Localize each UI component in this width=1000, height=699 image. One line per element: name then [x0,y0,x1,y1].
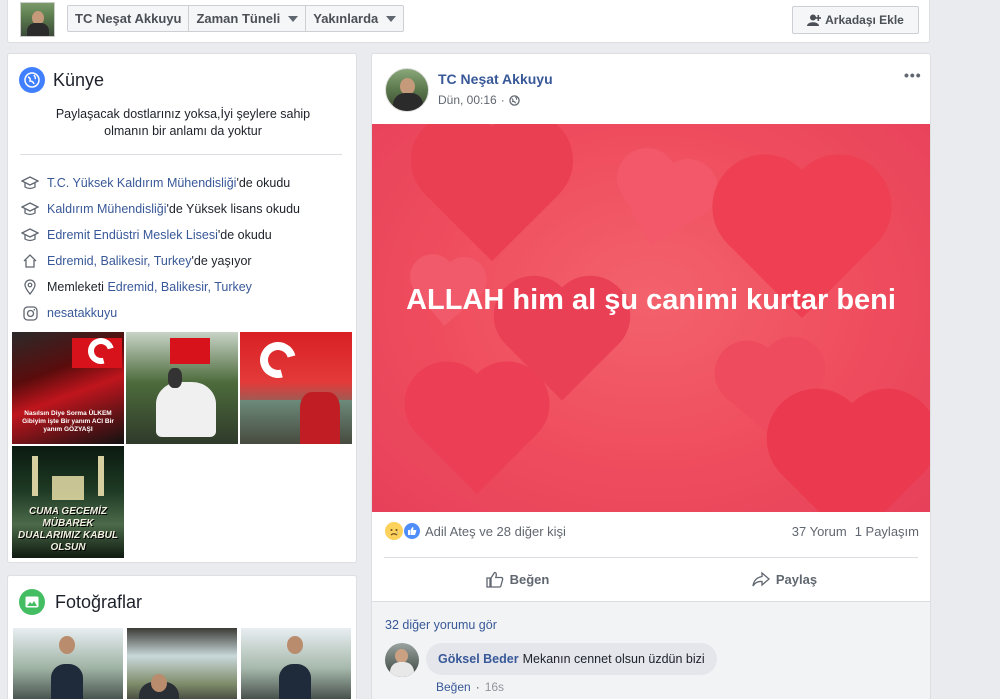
post-author-avatar[interactable] [385,68,429,112]
fact-link[interactable]: Edremid, Balikesir, Turkey [47,254,192,268]
fact-education-1: T.C. Yüksek Kaldırım Mühendisliği'de oku… [20,170,350,196]
nav-timeline[interactable]: Zaman Tüneli [189,6,307,31]
photos-header: Fotoğraflar [19,589,142,615]
more-dots-icon[interactable]: ••• [904,67,922,83]
fact-link[interactable]: Edremit Endüstri Meslek Lisesi [47,228,218,242]
fact-education-2: Kaldırım Mühendisliği'de Yüksek lisans o… [20,196,350,222]
nav-profile-name[interactable]: TC Neşat Akkuyu [68,6,190,31]
graduation-cap-icon [20,228,40,242]
featured-photo[interactable] [126,332,238,444]
photos-title[interactable]: Fotoğraflar [55,592,142,613]
like-button[interactable]: Beğen [384,562,651,596]
profile-topbar: TC Neşat Akkuyu Zaman Tüneli Yakınlarda … [7,0,930,43]
reactions-names[interactable]: Adil Ateş ve 28 diğer kişi [425,524,566,539]
commenter-avatar[interactable] [385,643,419,677]
post-actions: Beğen Paylaş [384,562,918,596]
comments-section: 32 diğer yorumu gör Göksel Beder Mekanın… [372,602,930,699]
thumbs-up-icon [485,571,503,588]
share-button[interactable]: Paylaş [651,562,918,596]
post-author-name[interactable]: TC Neşat Akkuyu [438,71,553,87]
share-label: Paylaş [775,571,818,587]
featured-photo[interactable]: Nasılsın Diye Sorma ÜLKEM Gibiyim işte B… [12,332,124,444]
comment-text: Mekanın cennet olsun üzdün bizi [522,652,705,666]
location-pin-icon [20,279,40,295]
featured-photo[interactable] [240,332,352,444]
post-background-banner: ALLAH him al şu canimi kurtar beni [372,124,930,512]
add-friend-label: Arkadaşı Ekle [825,13,904,27]
bio-text: Paylaşacak dostlarınız yoksa,İyi şeylere… [55,107,311,138]
graduation-cap-icon [20,176,40,190]
post-counts: 37 Yorum 1 Paylaşım [792,524,919,539]
chevron-down-icon [288,15,299,22]
fact-link[interactable]: T.C. Yüksek Kaldırım Mühendisliği [47,176,236,190]
photos-card: Fotoğraflar [7,575,357,699]
photo-thumbnail[interactable] [127,628,237,699]
add-friend-button[interactable]: Arkadaşı Ekle [792,6,919,34]
photo-thumbnail[interactable] [13,628,123,699]
photo-thumbnail[interactable] [241,628,351,699]
comment-timestamp[interactable]: 16s [485,680,504,694]
chevron-down-icon [386,15,397,22]
comment-bubble: Göksel Beder Mekanın cennet olsun üzdün … [426,643,717,675]
instagram-icon [20,305,40,321]
fact-link[interactable]: nesatakkuyu [47,306,117,320]
fact-link[interactable]: Kaldırım Mühendisliği [47,202,167,216]
reactions-bar: Adil Ateş ve 28 diğer kişi 37 Yorum 1 Pa… [385,522,919,540]
photo-icon [19,589,45,615]
shares-count[interactable]: 1 Paylaşım [855,524,919,539]
globe-icon [508,94,520,106]
sad-reaction-icon [385,522,403,540]
profile-avatar-small[interactable] [20,2,55,37]
graduation-cap-icon [20,202,40,216]
page-background-right [940,0,1000,699]
photo-caption: CUMA GECEMİZ MÜBAREK DUALARIMIZ KABUL OL… [18,506,118,553]
home-icon [20,253,40,269]
comment-actions: Beğen · 16s [436,680,505,694]
comment-author[interactable]: Göksel Beder [438,652,519,666]
fact-hometown: Memleketi Edremid, Balikesir, Turkey [20,274,350,300]
divider [20,154,342,155]
comments-count[interactable]: 37 Yorum [792,524,847,539]
featured-photo[interactable]: CUMA GECEMİZ MÜBAREK DUALARIMIZ KABUL OL… [12,446,124,558]
post-meta: Dün, 00:16 · [438,93,520,107]
share-arrow-icon [752,571,770,587]
post-status-text: ALLAH him al şu canimi kurtar beni [406,284,896,316]
intro-header: Künye [19,67,104,93]
add-friend-icon [807,14,822,26]
intro-card: Künye Paylaşacak dostlarınız yoksa,İyi ş… [7,53,357,563]
view-more-comments-link[interactable]: 32 diğer yorumu gör [385,618,497,632]
like-label: Beğen [509,571,550,587]
nav-nearby[interactable]: Yakınlarda [306,6,403,31]
divider [384,557,918,558]
photo-caption: Nasılsın Diye Sorma ÜLKEM Gibiyim işte B… [22,410,114,433]
post-card: TC Neşat Akkuyu Dün, 00:16 · ••• ALLAH h… [371,53,931,699]
intro-facts: T.C. Yüksek Kaldırım Mühendisliği'de oku… [20,170,350,326]
fact-link[interactable]: Edremid, Balikesir, Turkey [107,280,252,294]
reaction-summary[interactable]: Adil Ateş ve 28 diğer kişi [385,522,566,540]
intro-title: Künye [53,69,105,90]
post-timestamp[interactable]: Dün, 00:16 [438,93,497,107]
comment-like-link[interactable]: Beğen [436,680,471,694]
fact-education-3: Edremit Endüstri Meslek Lisesi'de okudu [20,222,350,248]
globe-icon [19,67,45,93]
fact-instagram: nesatakkuyu [20,300,350,326]
fact-lives-in: Edremid, Balikesir, Turkey'de yaşıyor [20,248,350,274]
like-reaction-icon [403,522,421,540]
profile-nav: TC Neşat Akkuyu Zaman Tüneli Yakınlarda [67,5,405,32]
